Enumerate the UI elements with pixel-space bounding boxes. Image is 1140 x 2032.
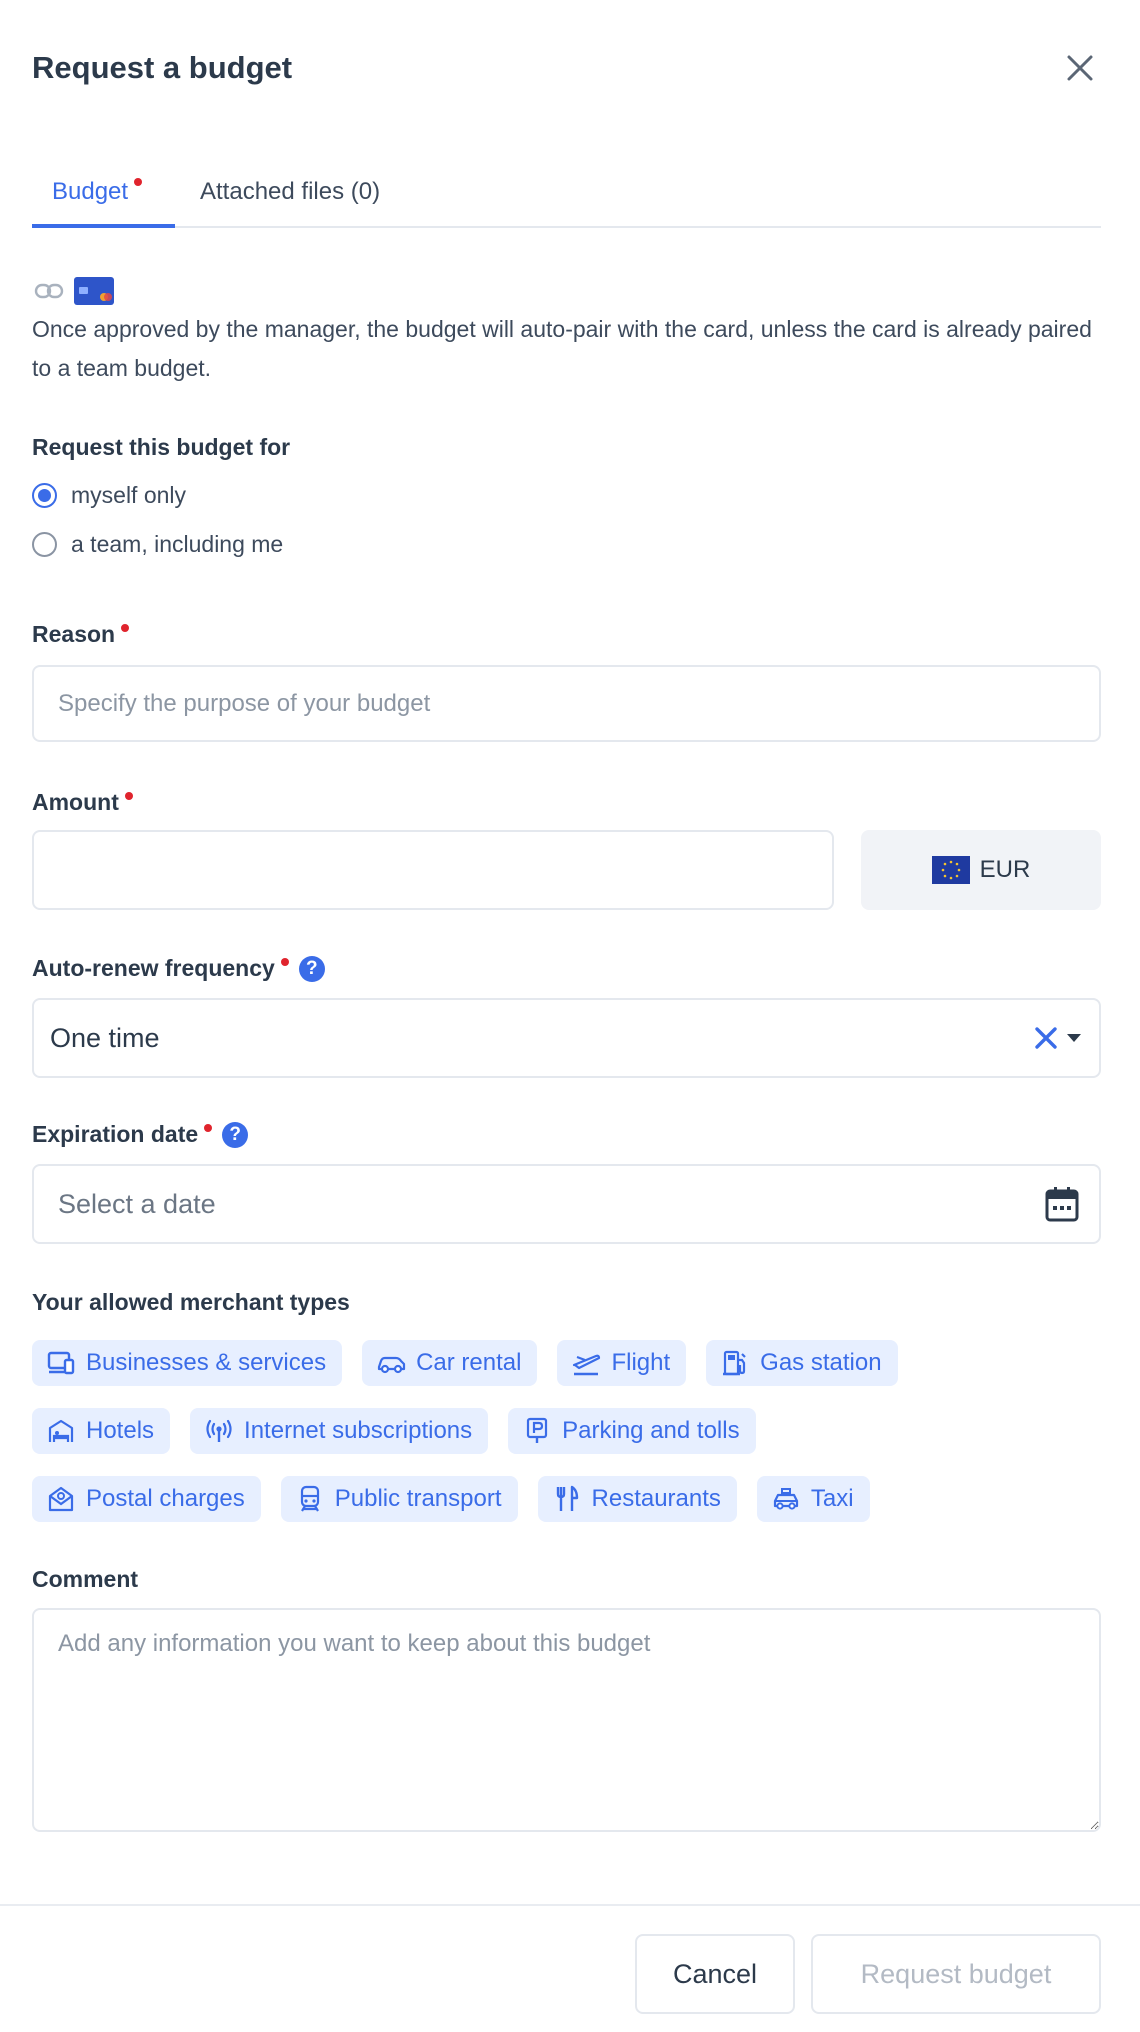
- merchant-type-chips: Businesses & services Car rental Flight …: [32, 1340, 1107, 1544]
- radio-myself-only[interactable]: myself only: [32, 482, 186, 509]
- chip-label: Gas station: [760, 1349, 882, 1376]
- reason-label: Reason: [32, 621, 130, 648]
- hotel-icon: [48, 1419, 74, 1442]
- currency-selector[interactable]: EUR: [861, 830, 1101, 910]
- request-for-label: Request this budget for: [32, 434, 290, 461]
- link-icon: [34, 283, 64, 299]
- chip-label: Parking and tolls: [562, 1417, 740, 1444]
- merchant-chip-parking: Parking and tolls: [508, 1408, 756, 1454]
- merchant-chip-public-transport: Public transport: [280, 1476, 518, 1522]
- eu-flag-icon: [931, 856, 970, 884]
- card-icon: [74, 277, 114, 305]
- tab-attached-files[interactable]: Attached files (0): [200, 170, 380, 228]
- frequency-selected-value: One time: [50, 1023, 160, 1053]
- taxi-icon: [773, 1488, 799, 1510]
- amount-label-text: Amount: [32, 789, 119, 815]
- merchant-chip-car-rental: Car rental: [362, 1340, 538, 1386]
- merchant-chip-restaurants: Restaurants: [537, 1476, 737, 1522]
- date-placeholder: Select a date: [58, 1189, 216, 1219]
- pairing-icons: [34, 276, 114, 306]
- car-icon: [377, 1356, 406, 1374]
- businesses-icon: [47, 1351, 75, 1375]
- radio-label: a team, including me: [71, 531, 284, 557]
- merchant-chip-postal: Postal charges: [32, 1476, 261, 1522]
- merchant-chip-hotels: Hotels: [32, 1408, 171, 1454]
- chip-label: Flight: [611, 1349, 671, 1376]
- request-for-label-text: Request this budget for: [32, 434, 291, 460]
- radio-button-selected[interactable]: [32, 483, 57, 508]
- expiration-label: Expiration date ?: [32, 1121, 249, 1148]
- expiration-label-text: Expiration date: [32, 1121, 199, 1147]
- currency-code: EUR: [979, 856, 1031, 883]
- radio-button[interactable]: [32, 532, 57, 557]
- train-icon: [300, 1485, 319, 1512]
- help-icon[interactable]: ?: [298, 955, 325, 982]
- frequency-select[interactable]: One time: [32, 998, 1101, 1078]
- chip-row: Businesses & services Car rental Flight …: [32, 1340, 1107, 1386]
- frequency-label-text: Auto-renew frequency: [32, 955, 275, 981]
- cancel-button[interactable]: Cancel: [635, 1934, 795, 2014]
- chip-label: Hotels: [86, 1417, 155, 1444]
- radio-team-including-me[interactable]: a team, including me: [32, 531, 283, 558]
- footer-divider: [0, 1904, 1140, 1906]
- required-marker: [134, 178, 143, 186]
- chevron-down-icon[interactable]: [1067, 1034, 1081, 1042]
- required-marker: [121, 623, 130, 632]
- merchant-chip-gas-station: Gas station: [706, 1340, 898, 1386]
- reason-label-text: Reason: [32, 621, 116, 647]
- parking-icon: [527, 1417, 548, 1443]
- frequency-label: Auto-renew frequency ?: [32, 955, 325, 982]
- chip-label: Public transport: [334, 1485, 502, 1512]
- amount-input[interactable]: [32, 830, 834, 910]
- chip-label: Postal charges: [86, 1485, 245, 1512]
- merchant-chip-flight: Flight: [557, 1340, 687, 1386]
- chip-label: Restaurants: [591, 1485, 721, 1512]
- merchant-chip-taxi: Taxi: [756, 1476, 870, 1522]
- chip-label: Taxi: [810, 1485, 854, 1512]
- plane-icon: [573, 1354, 601, 1376]
- required-marker: [124, 791, 133, 800]
- help-icon[interactable]: ?: [222, 1121, 249, 1148]
- chip-row: Hotels Internet subscriptions Parking an…: [32, 1408, 1107, 1454]
- comment-label-text: Comment: [32, 1566, 139, 1592]
- fork-knife-icon: [556, 1485, 578, 1511]
- comment-label: Comment: [32, 1566, 138, 1593]
- chip-label: Internet subscriptions: [244, 1417, 473, 1444]
- tab-bar: Budget Attached files (0): [32, 160, 1101, 228]
- broadcast-icon: [206, 1419, 232, 1442]
- calendar-icon[interactable]: [1045, 1186, 1079, 1222]
- merchant-chip-businesses: Businesses & services: [32, 1340, 343, 1386]
- close-icon[interactable]: [1062, 50, 1098, 86]
- request-budget-button[interactable]: Request budget: [811, 1934, 1101, 2014]
- radio-label: myself only: [71, 482, 187, 508]
- chip-row: Postal charges Public transport Restaura…: [32, 1476, 1107, 1522]
- merchant-types-label-text: Your allowed merchant types: [32, 1289, 350, 1315]
- required-marker: [204, 1123, 213, 1132]
- dialog-header: Request a budget: [32, 44, 1108, 94]
- chip-label: Businesses & services: [86, 1349, 327, 1376]
- auto-pair-info-text: Once approved by the manager, the budget…: [32, 316, 1092, 381]
- amount-label: Amount: [32, 789, 133, 816]
- chip-label: Car rental: [416, 1349, 522, 1376]
- mail-icon: [48, 1486, 74, 1512]
- clear-icon[interactable]: [1033, 1025, 1059, 1051]
- reason-input[interactable]: [32, 665, 1101, 742]
- dialog-title: Request a budget: [32, 50, 293, 85]
- comment-textarea[interactable]: [32, 1608, 1101, 1832]
- gas-station-icon: [723, 1350, 746, 1376]
- tab-budget[interactable]: Budget: [32, 170, 175, 228]
- expiration-date-picker[interactable]: Select a date: [32, 1164, 1101, 1244]
- merchant-chip-internet: Internet subscriptions: [190, 1408, 489, 1454]
- required-marker: [280, 957, 289, 966]
- tab-budget-label: Budget: [52, 178, 129, 205]
- merchant-types-label: Your allowed merchant types: [32, 1289, 350, 1316]
- tab-attached-files-label: Attached files (0): [200, 178, 381, 205]
